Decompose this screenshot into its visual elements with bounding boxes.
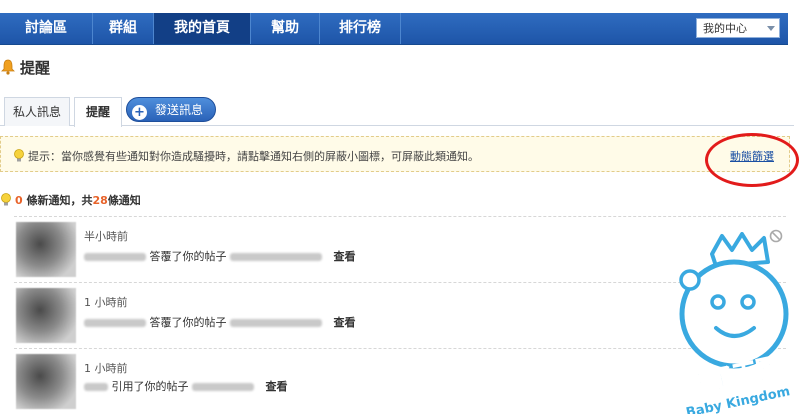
chevron-down-icon xyxy=(767,26,775,31)
avatar[interactable] xyxy=(16,288,76,343)
page-title-text: 提醒 xyxy=(20,59,51,77)
notification-action: 答覆了你的帖子 xyxy=(149,316,227,329)
tab-private-messages[interactable]: 私人訊息 xyxy=(4,97,70,126)
view-link[interactable]: 查看 xyxy=(334,250,356,263)
notification-time: 半小時前 xyxy=(84,230,128,243)
divider xyxy=(14,216,786,217)
highlight-circle xyxy=(705,133,799,187)
username-redacted[interactable] xyxy=(84,253,146,261)
nav-item-ranking[interactable]: 排行榜 xyxy=(320,13,401,44)
nav-item-groups[interactable]: 群組 xyxy=(93,13,154,44)
top-nav: 討論區 群組 我的首頁 幫助 排行榜 我的中心 xyxy=(0,13,788,45)
view-link[interactable]: 查看 xyxy=(334,316,356,329)
new-count: 0 xyxy=(15,194,23,207)
view-link[interactable]: 查看 xyxy=(266,380,288,393)
notification-summary: 0 條新通知，共28條通知 xyxy=(0,192,141,208)
send-message-label: 發送訊息 xyxy=(155,103,204,117)
username-redacted[interactable] xyxy=(84,383,108,391)
lightbulb-icon xyxy=(1,193,11,206)
notification-text: 引用了你的帖子 查看 xyxy=(84,378,288,394)
avatar[interactable] xyxy=(16,222,76,277)
hint-box: 提示：當你感覺有些通知對你造成騷擾時，請點擊通知右側的屏蔽小圖標，可屏蔽此類通知… xyxy=(0,136,790,172)
nav-item-my-home[interactable]: 我的首頁 xyxy=(154,13,251,44)
username-redacted[interactable] xyxy=(84,319,146,327)
summary-text-2: 條通知 xyxy=(107,194,141,207)
total-count: 28 xyxy=(92,194,108,207)
avatar[interactable] xyxy=(16,354,76,409)
bell-icon xyxy=(1,59,15,75)
notification-time: 1 小時前 xyxy=(84,296,128,309)
notification-time: 1 小時前 xyxy=(84,362,128,375)
post-title-redacted[interactable] xyxy=(192,383,254,391)
post-title-redacted[interactable] xyxy=(230,319,322,327)
nav-item-forum[interactable]: 討論區 xyxy=(0,13,93,44)
notification-action: 引用了你的帖子 xyxy=(111,380,189,393)
tab-reminders[interactable]: 提醒 xyxy=(74,97,122,127)
baby-kingdom-logo: 親子王國 Baby Kingdom xyxy=(679,232,791,414)
send-message-button[interactable]: + 發送訊息 xyxy=(126,97,216,122)
my-center-label: 我的中心 xyxy=(703,22,747,35)
post-title-redacted[interactable] xyxy=(230,253,322,261)
divider xyxy=(14,282,786,283)
notification-text: 答覆了你的帖子 查看 xyxy=(84,314,356,330)
summary-text-1: 條新通知，共 xyxy=(26,194,93,207)
notification-text: 答覆了你的帖子 查看 xyxy=(84,248,356,264)
lightbulb-icon xyxy=(14,149,24,162)
nav-item-help[interactable]: 幫助 xyxy=(251,13,320,44)
my-center-dropdown[interactable]: 我的中心 xyxy=(696,18,780,38)
notification-action: 答覆了你的帖子 xyxy=(149,250,227,263)
page-title: 提醒 xyxy=(0,57,50,79)
hint-text: 提示：當你感覺有些通知對你造成騷擾時，請點擊通知右側的屏蔽小圖標，可屏蔽此類通知… xyxy=(13,148,479,164)
hint-message: 提示：當你感覺有些通知對你造成騷擾時，請點擊通知右側的屏蔽小圖標，可屏蔽此類通知… xyxy=(28,150,479,163)
plus-icon: + xyxy=(132,105,147,120)
divider xyxy=(14,348,786,349)
